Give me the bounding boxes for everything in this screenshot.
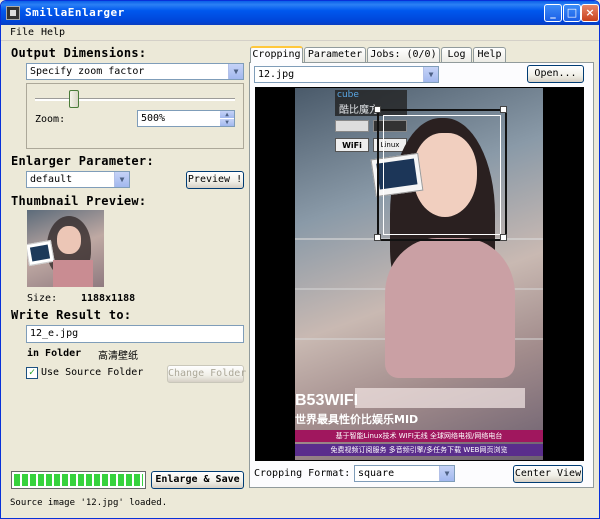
tab-jobs[interactable]: Jobs: (0/0): [367, 47, 440, 62]
tab-parameter[interactable]: Parameter: [304, 47, 366, 62]
title-bar[interactable]: SmillaEnlarger _ □ ×: [1, 1, 599, 25]
use-source-folder-checkbox[interactable]: ✓: [26, 367, 38, 379]
crop-rectangle[interactable]: [377, 109, 507, 241]
wifi-badge: WiFi: [335, 138, 369, 152]
output-mode-select[interactable]: Specify zoom factor ▼: [26, 63, 244, 80]
window-title: SmillaEnlarger: [25, 6, 125, 19]
crop-inner-border: [383, 115, 501, 235]
brand-text: B53WIFI: [295, 392, 359, 409]
skirt-shape: [355, 388, 525, 408]
zoom-slider-thumb[interactable]: [69, 90, 80, 108]
source-file-select[interactable]: 12.jpg ▼: [254, 66, 439, 83]
checkmark-icon: ✓: [28, 367, 36, 378]
zoom-slider-track[interactable]: [35, 98, 235, 101]
zoom-value: 500%: [141, 113, 166, 124]
crop-handle-top-left[interactable]: [374, 106, 381, 113]
size-label: Size:: [27, 293, 58, 304]
cube-label: cube: [337, 90, 359, 100]
chevron-down-icon: ▼: [228, 64, 243, 79]
cropping-format-label: Cropping Format:: [254, 468, 351, 479]
cropping-format-select[interactable]: square ▼: [354, 465, 455, 482]
parameter-preset-value: default: [30, 174, 73, 185]
source-file-value: 12.jpg: [258, 69, 295, 80]
app-icon: [6, 6, 20, 20]
banner-line1: 基于智能Linux技术 WIFI无线 全球网络电视/网络电台: [295, 430, 543, 442]
tab-log[interactable]: Log: [441, 47, 472, 62]
cube-cn: 酷比魔方: [339, 105, 379, 116]
maximize-icon: □: [566, 6, 578, 19]
write-result-heading: Write Result to:: [11, 308, 132, 322]
spin-down-icon[interactable]: ▼: [220, 119, 234, 126]
enlarge-save-button[interactable]: Enlarge & Save: [151, 471, 244, 489]
menu-help[interactable]: Help: [41, 27, 65, 38]
chevron-down-icon: ▼: [423, 67, 438, 82]
preview-button[interactable]: Preview !: [186, 171, 244, 189]
close-icon: ×: [585, 6, 595, 19]
change-folder-button[interactable]: Change Folder: [167, 365, 246, 383]
progress-fill: [14, 474, 143, 486]
tab-bar: Cropping Parameter Jobs: (0/0) Log Help: [250, 46, 595, 63]
app-window: SmillaEnlarger _ □ × File Help Output Di…: [0, 0, 600, 519]
in-folder-label: in Folder: [27, 348, 82, 359]
tagline-text: 世界最具性价比娱乐MID: [295, 413, 419, 426]
crop-handle-bottom-left[interactable]: [374, 234, 381, 241]
close-button[interactable]: ×: [581, 4, 599, 22]
badge-player: [335, 120, 369, 132]
output-filename-field[interactable]: 12_e.jpg: [26, 325, 244, 343]
parameter-preset-select[interactable]: default ▼: [26, 171, 130, 188]
crop-canvas[interactable]: cube 酷比魔方 WiFi Linux B53WIFI 世界最具性价比娱乐MI…: [255, 87, 584, 461]
output-dimensions-heading: Output Dimensions:: [11, 46, 147, 60]
output-mode-value: Specify zoom factor: [30, 66, 145, 77]
center-view-button[interactable]: Center View: [513, 465, 583, 483]
status-text: Source image '12.jpg' loaded.: [10, 498, 168, 508]
crop-handle-top-right[interactable]: [500, 106, 507, 113]
menu-file[interactable]: File: [10, 27, 34, 38]
thumbnail-preview-heading: Thumbnail Preview:: [11, 194, 147, 208]
enlarger-parameter-heading: Enlarger Parameter:: [11, 154, 154, 168]
zoom-group: Zoom: 500% ▲ ▼: [26, 83, 244, 149]
zoom-spinbox[interactable]: 500% ▲ ▼: [137, 110, 235, 127]
open-button[interactable]: Open...: [527, 65, 584, 83]
folder-name: 高清壁纸: [98, 351, 138, 362]
use-source-folder-label: Use Source Folder: [41, 367, 144, 378]
dress-shape: [385, 238, 515, 378]
menu-bar: File Help: [1, 25, 599, 41]
zoom-label: Zoom:: [35, 114, 66, 125]
maximize-button[interactable]: □: [563, 4, 581, 22]
minimize-button[interactable]: _: [544, 4, 562, 22]
banner-line2: 免费视频订阅服务 多音频引擎/多任务下载 WEB网页浏览: [295, 444, 543, 456]
chevron-down-icon: ▼: [114, 172, 129, 187]
crop-handle-bottom-right[interactable]: [500, 234, 507, 241]
tab-help[interactable]: Help: [473, 47, 506, 62]
chevron-down-icon: ▼: [439, 466, 454, 481]
size-value: 1188x1188: [81, 293, 136, 304]
progress-bar: [11, 471, 146, 489]
cropping-pane: 12.jpg ▼ Open... cube 酷比魔方 WiFi Linux B5…: [249, 62, 594, 488]
spin-up-icon[interactable]: ▲: [220, 111, 234, 118]
cropping-format-value: square: [358, 468, 395, 479]
thumbnail-image: [27, 210, 104, 287]
tab-cropping[interactable]: Cropping: [250, 46, 303, 63]
minimize-icon: _: [550, 6, 556, 19]
